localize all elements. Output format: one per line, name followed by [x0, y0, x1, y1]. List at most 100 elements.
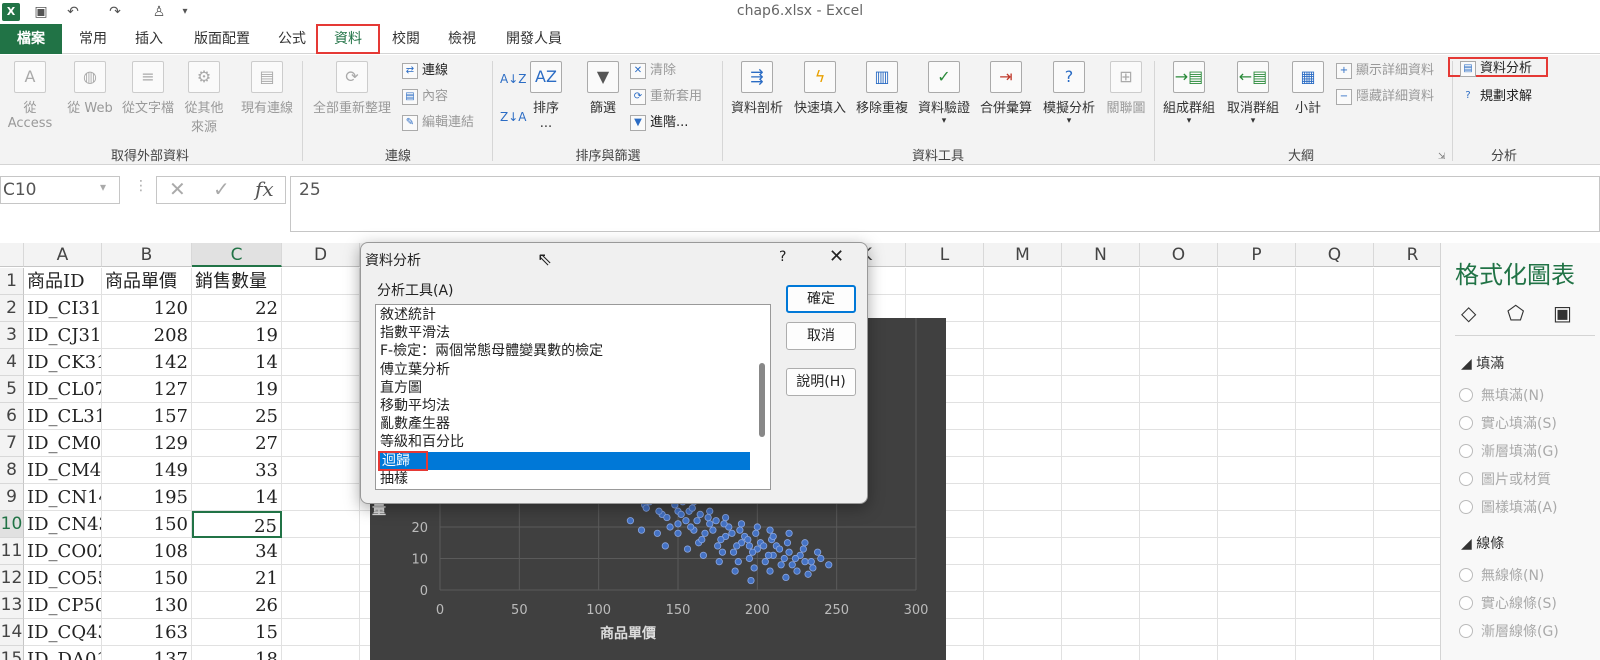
empty-cell[interactable] [1374, 376, 1440, 403]
cell-b-7[interactable]: 129 [102, 430, 192, 457]
tab-review[interactable]: 校閱 [384, 24, 428, 54]
empty-cell[interactable] [1218, 619, 1296, 646]
from-text-button[interactable]: ≡ 從文字檔 [118, 61, 178, 116]
analysis-tool-item[interactable]: F-檢定：兩個常態母體變異數的檢定 [378, 342, 750, 360]
empty-cell[interactable] [984, 511, 1062, 538]
list-scrollbar-thumb[interactable] [759, 363, 765, 437]
what-if-analysis-button[interactable]: ? 模擬分析 ▾ [1038, 61, 1100, 126]
column-header-o[interactable]: O [1140, 243, 1218, 267]
group-button[interactable]: →▤ 組成群組 ▾ [1158, 61, 1220, 126]
empty-cell[interactable] [282, 619, 360, 646]
row-header[interactable]: 9 [0, 484, 24, 511]
empty-cell[interactable] [1140, 295, 1218, 322]
analysis-tool-item[interactable]: 等級和百分比 [378, 433, 750, 451]
cell-b-9[interactable]: 195 [102, 484, 192, 511]
name-box-dropdown-icon[interactable]: ▾ [100, 180, 106, 194]
analysis-tool-item[interactable]: 迴歸 [378, 450, 750, 471]
row-header[interactable]: 3 [0, 322, 24, 349]
empty-cell[interactable] [1296, 619, 1374, 646]
analysis-tool-item[interactable]: 直方圖 [378, 379, 750, 397]
remove-duplicates-button[interactable]: ▥ 移除重複 [852, 61, 912, 116]
empty-cell[interactable] [1296, 511, 1374, 538]
column-header-n[interactable]: N [1062, 243, 1140, 267]
empty-cell[interactable] [1218, 646, 1296, 660]
from-other-sources-button[interactable]: ⚙ 從其他 來源 [180, 61, 228, 135]
cell-a-11[interactable]: ID_CO02 [24, 538, 102, 565]
line-options-radio[interactable]: 漸層線條(G) [1459, 621, 1559, 641]
empty-cell[interactable] [984, 619, 1062, 646]
sort-ascending-button[interactable]: A↓Z [500, 69, 526, 89]
empty-cell[interactable] [282, 646, 360, 660]
sort-descending-button[interactable]: Z↓A [500, 107, 526, 127]
column-header-d[interactable]: D [282, 243, 360, 267]
analysis-tool-item[interactable]: 敘述統計 [378, 306, 750, 324]
empty-cell[interactable] [1218, 511, 1296, 538]
empty-cell[interactable] [1374, 538, 1440, 565]
line-options-radio[interactable]: 實心線條(S) [1459, 593, 1557, 613]
empty-cell[interactable] [1296, 484, 1374, 511]
empty-cell[interactable] [984, 592, 1062, 619]
empty-cell[interactable] [1218, 349, 1296, 376]
empty-cell[interactable] [1140, 511, 1218, 538]
empty-cell[interactable] [1296, 349, 1374, 376]
cell-b-11[interactable]: 108 [102, 538, 192, 565]
empty-cell[interactable] [1296, 646, 1374, 660]
show-detail-button[interactable]: + 顯示詳細資料 [1336, 61, 1434, 81]
empty-cell[interactable] [1374, 349, 1440, 376]
dialog-help-icon[interactable]: ? [779, 249, 786, 265]
advanced-filter-button[interactable]: ▼ 進階... [630, 113, 688, 133]
cell-b-13[interactable]: 130 [102, 592, 192, 619]
outline-dialog-launcher-icon[interactable]: ⇲ [1438, 147, 1446, 167]
effects-icon[interactable]: ⬠ [1507, 301, 1524, 325]
cell-c-5[interactable]: 19 [192, 376, 282, 403]
cell-b-15[interactable]: 137 [102, 646, 192, 660]
formula-bar-handle-icon[interactable]: ⋮ [134, 178, 148, 194]
analysis-tool-item[interactable]: 亂數產生器 [378, 415, 750, 433]
empty-cell[interactable] [1296, 268, 1374, 295]
tab-data[interactable]: 資料 [316, 24, 380, 54]
consolidate-button[interactable]: ⇥ 合併彙算 [976, 61, 1036, 116]
from-access-button[interactable]: A 從 Access [0, 61, 60, 131]
empty-cell[interactable] [1140, 430, 1218, 457]
empty-cell[interactable] [1218, 538, 1296, 565]
list-scrollbar[interactable] [754, 305, 770, 489]
empty-cell[interactable] [1062, 322, 1140, 349]
empty-cell[interactable] [282, 511, 360, 538]
analysis-tool-item[interactable]: 移動平均法 [378, 397, 750, 415]
cell-c-6[interactable]: 25 [192, 403, 282, 430]
empty-cell[interactable] [1374, 457, 1440, 484]
column-header-c[interactable]: C [192, 243, 282, 267]
cell-a-14[interactable]: ID_CQ43 [24, 619, 102, 646]
edit-links-button[interactable]: ✎ 編輯連結 [402, 113, 474, 133]
empty-cell[interactable] [984, 403, 1062, 430]
from-web-button[interactable]: ◍ 從 Web [64, 61, 116, 116]
cell-a-15[interactable]: ID_DA01 [24, 646, 102, 660]
tab-formulas[interactable]: 公式 [270, 24, 314, 54]
line-section-header[interactable]: ◢ 線條 [1461, 533, 1504, 553]
empty-cell[interactable] [984, 484, 1062, 511]
relationships-button[interactable]: ⊞ 關聯圖 [1102, 61, 1150, 116]
sort-button[interactable]: AZ 排序... [526, 61, 566, 131]
flash-fill-button[interactable]: ϟ 快速填入 [790, 61, 850, 116]
ok-button[interactable]: 確定 [786, 285, 856, 313]
refresh-all-button[interactable]: ⟳ 全部重新整理 [306, 61, 398, 116]
cell-a-2[interactable]: ID_CI31 [24, 295, 102, 322]
empty-cell[interactable] [984, 538, 1062, 565]
fill-options-radio[interactable]: 無填滿(N) [1458, 385, 1544, 405]
cell-b-1[interactable]: 商品單價 [102, 268, 192, 295]
existing-connections-button[interactable]: ▤ 現有連線 [236, 61, 298, 116]
cell-b-8[interactable]: 149 [102, 457, 192, 484]
cell-b-4[interactable]: 142 [102, 349, 192, 376]
column-header-b[interactable]: B [102, 243, 192, 267]
empty-cell[interactable] [1296, 538, 1374, 565]
empty-cell[interactable] [1062, 403, 1140, 430]
empty-cell[interactable] [1218, 565, 1296, 592]
cell-c-3[interactable]: 19 [192, 322, 282, 349]
tab-home[interactable]: 常用 [70, 24, 116, 54]
ungroup-button[interactable]: ←▤ 取消群組 ▾ [1222, 61, 1284, 126]
empty-cell[interactable] [1218, 322, 1296, 349]
empty-cell[interactable] [1218, 457, 1296, 484]
empty-cell[interactable] [1062, 268, 1140, 295]
column-header-a[interactable]: A [24, 243, 102, 267]
empty-cell[interactable] [1374, 565, 1440, 592]
